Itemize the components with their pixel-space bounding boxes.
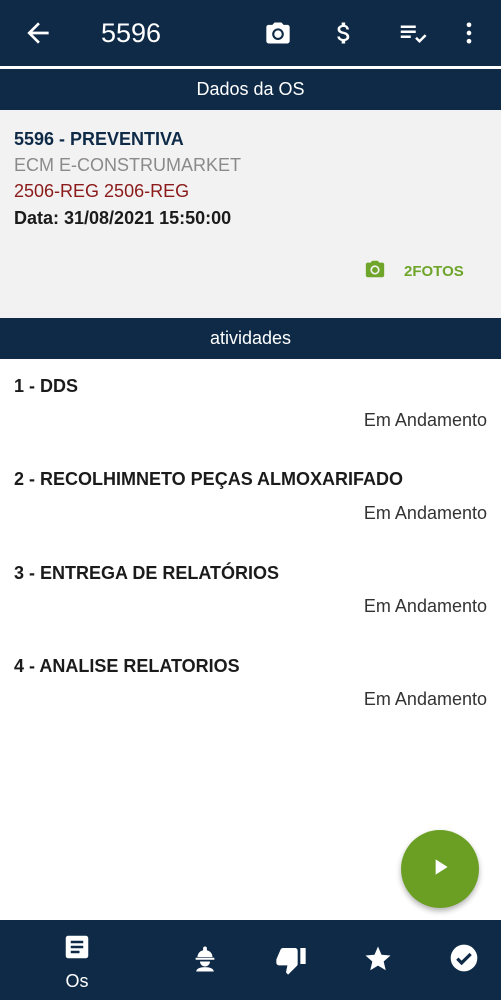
photos-count-label: 2FOTOS — [404, 262, 464, 280]
page-title: 5596 — [101, 18, 162, 48]
activity-title: 2 - RECOLHIMNETO PEÇAS ALMOXARIFADO — [14, 469, 404, 489]
bottom-navigation: Os — [0, 920, 501, 1000]
back-arrow-icon[interactable] — [22, 17, 54, 49]
thumbs-down-icon — [275, 944, 307, 981]
play-fab-button[interactable] — [401, 830, 479, 908]
play-icon — [427, 854, 453, 885]
os-date: Data: 31/08/2021 15:50:00 — [14, 208, 232, 228]
camera-icon — [364, 258, 386, 284]
os-client: ECM E-CONSTRUMARKET — [14, 155, 242, 175]
dollar-icon[interactable] — [328, 17, 360, 49]
activity-title: 1 - DDS — [14, 376, 79, 396]
nav-favorites[interactable] — [363, 944, 393, 979]
os-section-header: Dados da OS — [0, 69, 501, 110]
activity-title: 4 - ANALISE RELATORIOS — [14, 656, 240, 676]
activity-status: Em Andamento — [363, 410, 487, 430]
nav-os[interactable]: Os — [62, 932, 92, 992]
os-region: 2506-REG 2506-REG — [14, 181, 190, 201]
os-title: 5596 - PREVENTIVA — [14, 129, 184, 149]
worker-helmet-icon — [190, 944, 220, 979]
checklist-icon[interactable] — [396, 17, 428, 49]
app-bar: 5596 — [0, 0, 501, 66]
activity-status: Em Andamento — [363, 596, 487, 616]
more-vert-icon[interactable] — [453, 17, 485, 49]
activity-status: Em Andamento — [363, 689, 487, 709]
nav-dislike[interactable] — [275, 944, 307, 981]
activities-section-header: atividades — [0, 318, 501, 359]
activity-title: 3 - ENTREGA DE RELATÓRIOS — [14, 563, 280, 583]
activity-status: Em Andamento — [363, 503, 487, 523]
star-icon — [363, 944, 393, 979]
check-circle-icon — [448, 942, 480, 979]
nav-complete[interactable] — [448, 942, 480, 979]
nav-os-label: Os — [65, 971, 89, 991]
nav-worker[interactable] — [190, 944, 220, 979]
document-icon — [62, 932, 92, 967]
camera-icon[interactable] — [262, 17, 294, 49]
photos-link[interactable]: 2FOTOS — [364, 258, 464, 284]
